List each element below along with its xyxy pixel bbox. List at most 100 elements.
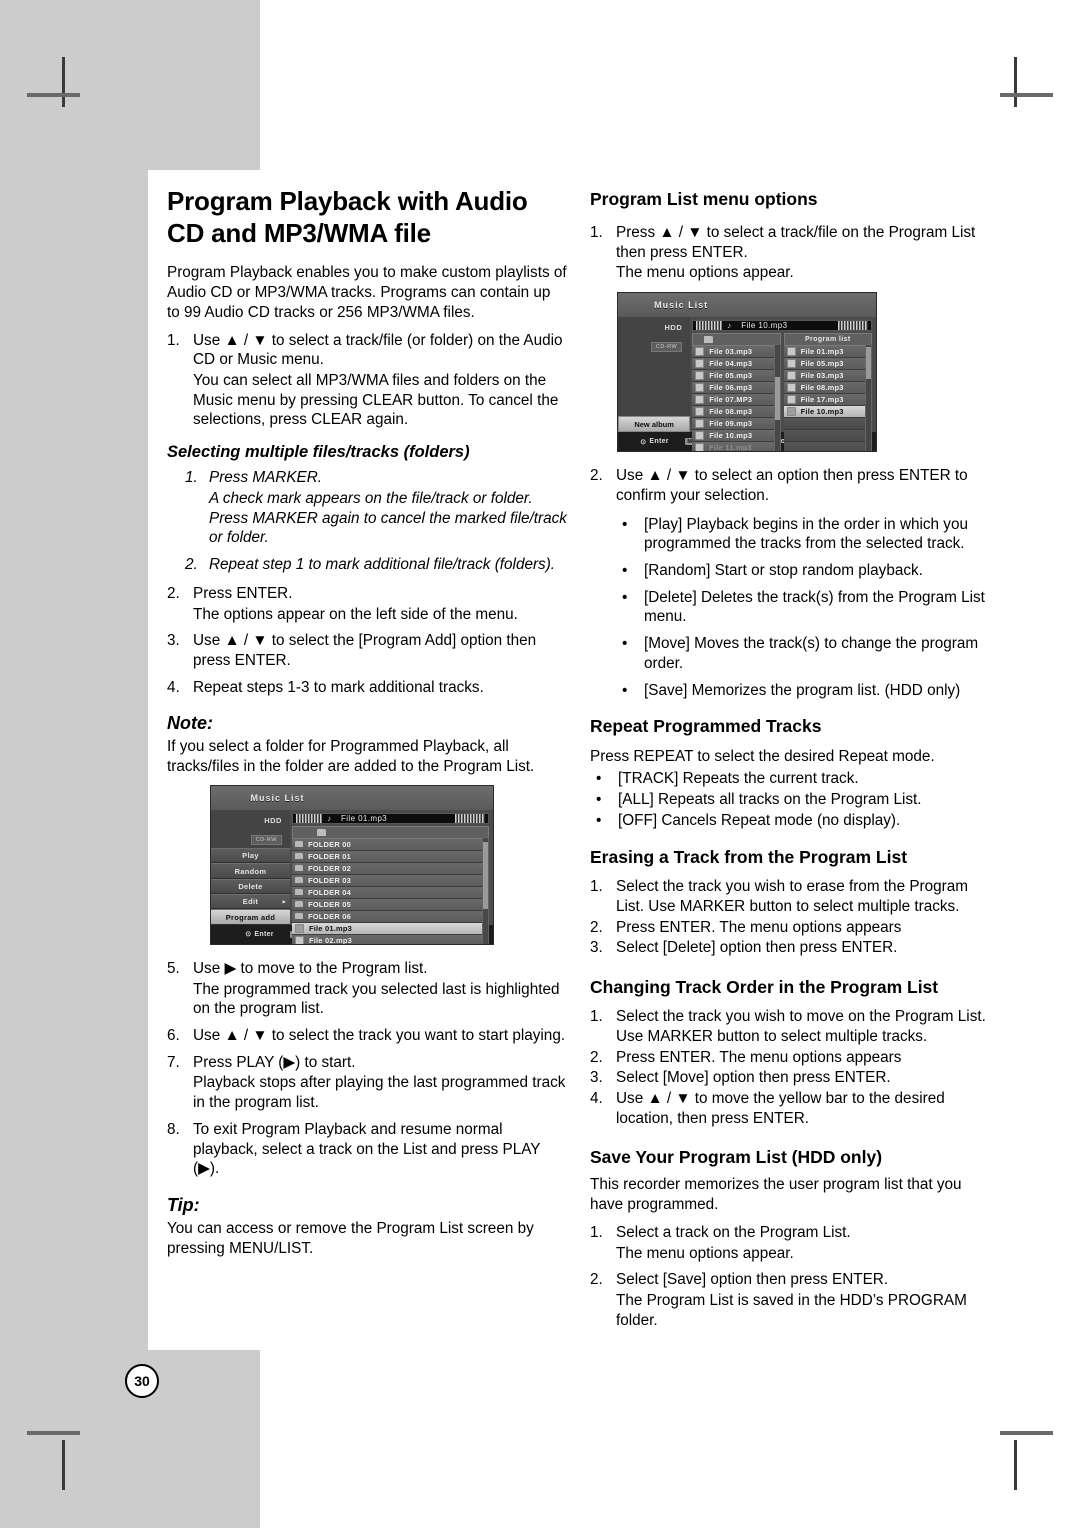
sub-step-1: 1. Press MARKER. (185, 468, 567, 488)
list-item[interactable]: File 09.mp3 (692, 417, 781, 430)
program-list-item[interactable]: File 17.mp3 (783, 393, 873, 406)
sub-steps-list: 1. Press MARKER. A check mark appears on… (185, 468, 567, 575)
scrollbar-thumb[interactable] (866, 347, 872, 380)
step-4: 4. Repeat steps 1-3 to mark additional t… (167, 678, 567, 698)
step-3-line-1: Use ▲ / ▼ to select the [Program Add] op… (193, 632, 537, 669)
step-2-spacer (167, 605, 193, 625)
folder-icon (294, 901, 303, 907)
list-item[interactable]: File 02.mp3 (291, 934, 489, 944)
program-list-item[interactable]: File 08.mp3 (783, 381, 873, 394)
page-number-badge: 30 (125, 1364, 159, 1398)
osd-program-pane-header: Program list (783, 332, 873, 346)
right-column: Program List menu options 1. Press ▲ / ▼… (590, 186, 990, 1339)
program-list-item-empty[interactable] (783, 441, 873, 452)
list-item[interactable]: File 06.mp3 (692, 381, 781, 394)
list-item[interactable]: File 08.mp3 (692, 405, 781, 418)
osd-parent-folder-row[interactable] (692, 332, 781, 346)
step-7-continued: Playback stops after playing the last pr… (167, 1073, 567, 1112)
program-list-item[interactable]: File 03.mp3 (783, 369, 873, 382)
heading-program-list-menu-options: Program List menu options (590, 189, 818, 209)
osd-menu-item-edit[interactable]: Edit ▸ (211, 894, 290, 910)
list-item[interactable]: File 04.mp3 (692, 357, 781, 370)
folder-icon (294, 853, 303, 859)
scrollbar-thumb[interactable] (483, 841, 488, 909)
program-list-item-label: File 17.mp3 (800, 394, 844, 404)
changing-step-3: 3. Select [Move] option then press ENTER… (590, 1068, 990, 1088)
osd-menu-item-play[interactable]: Play (211, 847, 290, 864)
crop-mark-bottom-right-h (1000, 1431, 1053, 1435)
page-sheet-top (260, 0, 1080, 170)
list-item-label: FOLDER 01 (307, 851, 352, 861)
list-item[interactable]: FOLDER 02 (291, 862, 489, 875)
music-note-icon: ♪ (727, 320, 732, 330)
scrollbar-thumb[interactable] (774, 377, 780, 421)
heading-erasing-a-track: Erasing a Track from the Program List (590, 847, 908, 868)
program-list-item-selected[interactable]: File 10.mp3 (783, 405, 873, 418)
erasing-steps: 1. Select the track you wish to erase fr… (590, 877, 990, 958)
folder-icon (703, 335, 713, 343)
page-number: 30 (134, 1373, 150, 1389)
program-list-item[interactable]: File 01.mp3 (783, 345, 873, 358)
list-item[interactable]: File 11.mp3 (692, 441, 781, 452)
step-5-line-1: Use ▶ to move to the Program list. (193, 959, 428, 977)
scrollbar[interactable] (773, 343, 781, 452)
step-5-spacer (167, 980, 193, 1019)
osd-program-pane: Program list File 01.mp3 File 05.mp3 Fil… (783, 332, 873, 452)
osd-menu-item-program-add[interactable]: Program add (211, 909, 290, 925)
program-list-item[interactable]: File 05.mp3 (783, 357, 873, 370)
save-step-1-line-2: The menu options appear. (616, 1244, 794, 1262)
step-3: 3. Use ▲ / ▼ to select the [Program Add]… (167, 631, 567, 670)
list-item[interactable]: FOLDER 06 (291, 910, 489, 923)
sub-step-1-line-1: Press MARKER. (209, 469, 323, 487)
bullet-icon: • (622, 562, 628, 580)
osd-menu-item-random[interactable]: Random (211, 863, 290, 879)
file-icon (786, 370, 796, 380)
list-item[interactable]: FOLDER 03 (291, 874, 489, 887)
folder-icon (294, 841, 303, 847)
steps-5-8-list: 5. Use ▶ to move to the Program list. Th… (167, 959, 567, 1179)
osd-menu-item-delete-label: Delete (238, 881, 263, 891)
step-5-number: 5. (167, 959, 180, 977)
bullet-save-text: [Save] Memorizes the program list. (HDD … (644, 681, 961, 699)
file-icon (695, 382, 705, 392)
scrollbar[interactable] (865, 343, 873, 452)
list-item[interactable]: File 03.mp3 (692, 345, 781, 358)
list-item[interactable]: FOLDER 00 (291, 838, 489, 851)
file-icon (695, 394, 705, 404)
list-item[interactable]: File 10.mp3 (692, 429, 781, 442)
tip-heading: Tip: (167, 1195, 200, 1215)
bullet-icon: • (622, 515, 628, 533)
osd-parent-folder-row[interactable] (291, 825, 489, 839)
bullet-all-text: [ALL] Repeats all tracks on the Program … (618, 790, 922, 808)
program-list-item-label: File 08.mp3 (800, 382, 844, 392)
osd-title-bar: Music List (211, 785, 493, 810)
osd-window-title: Music List (654, 300, 709, 310)
osd-hint-enter-key: ⊙ (245, 931, 252, 939)
scrollbar[interactable] (482, 836, 489, 944)
list-item-label: FOLDER 00 (307, 839, 352, 849)
page-sheet-bottom (260, 1350, 1080, 1528)
list-item[interactable]: FOLDER 04 (291, 886, 489, 899)
osd-display-filename: File 10.mp3 (741, 320, 788, 330)
list-item[interactable]: File 07.MP3 (692, 393, 781, 406)
osd-hint-enter-label: Enter (254, 930, 274, 938)
list-item-label: File 09.mp3 (709, 418, 753, 428)
chevron-right-icon: ▸ (282, 899, 286, 906)
step-8: 8. To exit Program Playback and resume n… (167, 1120, 567, 1179)
save-step-2-line-1: Select [Save] option then press ENTER. (616, 1271, 889, 1289)
list-item[interactable]: FOLDER 05 (291, 898, 489, 911)
list-item[interactable]: FOLDER 01 (291, 850, 489, 863)
bullet-all: • [ALL] Repeats all tracks on the Progra… (590, 790, 990, 810)
bullet-move: • [Move] Moves the track(s) to change th… (616, 634, 990, 673)
step-8-line-1: To exit Program Playback and resume norm… (193, 1120, 541, 1178)
program-list-item-empty[interactable] (783, 429, 873, 442)
list-item-selected[interactable]: File 01.mp3 (291, 922, 489, 935)
program-list-item-empty[interactable] (783, 417, 873, 430)
osd-main-area: ♪ File 10.mp3 File 03.mp3 File 04.mp3 Fi… (690, 317, 876, 452)
crop-mark-top-right-v (1014, 57, 1017, 107)
osd-menu-item-delete[interactable]: Delete (211, 878, 290, 895)
folder-icon (294, 913, 303, 919)
changing-step-4-text: Use ▲ / ▼ to move the yellow bar to the … (616, 1089, 945, 1127)
list-item[interactable]: File 05.mp3 (692, 369, 781, 382)
osd-new-album-button[interactable]: New album (618, 416, 691, 433)
